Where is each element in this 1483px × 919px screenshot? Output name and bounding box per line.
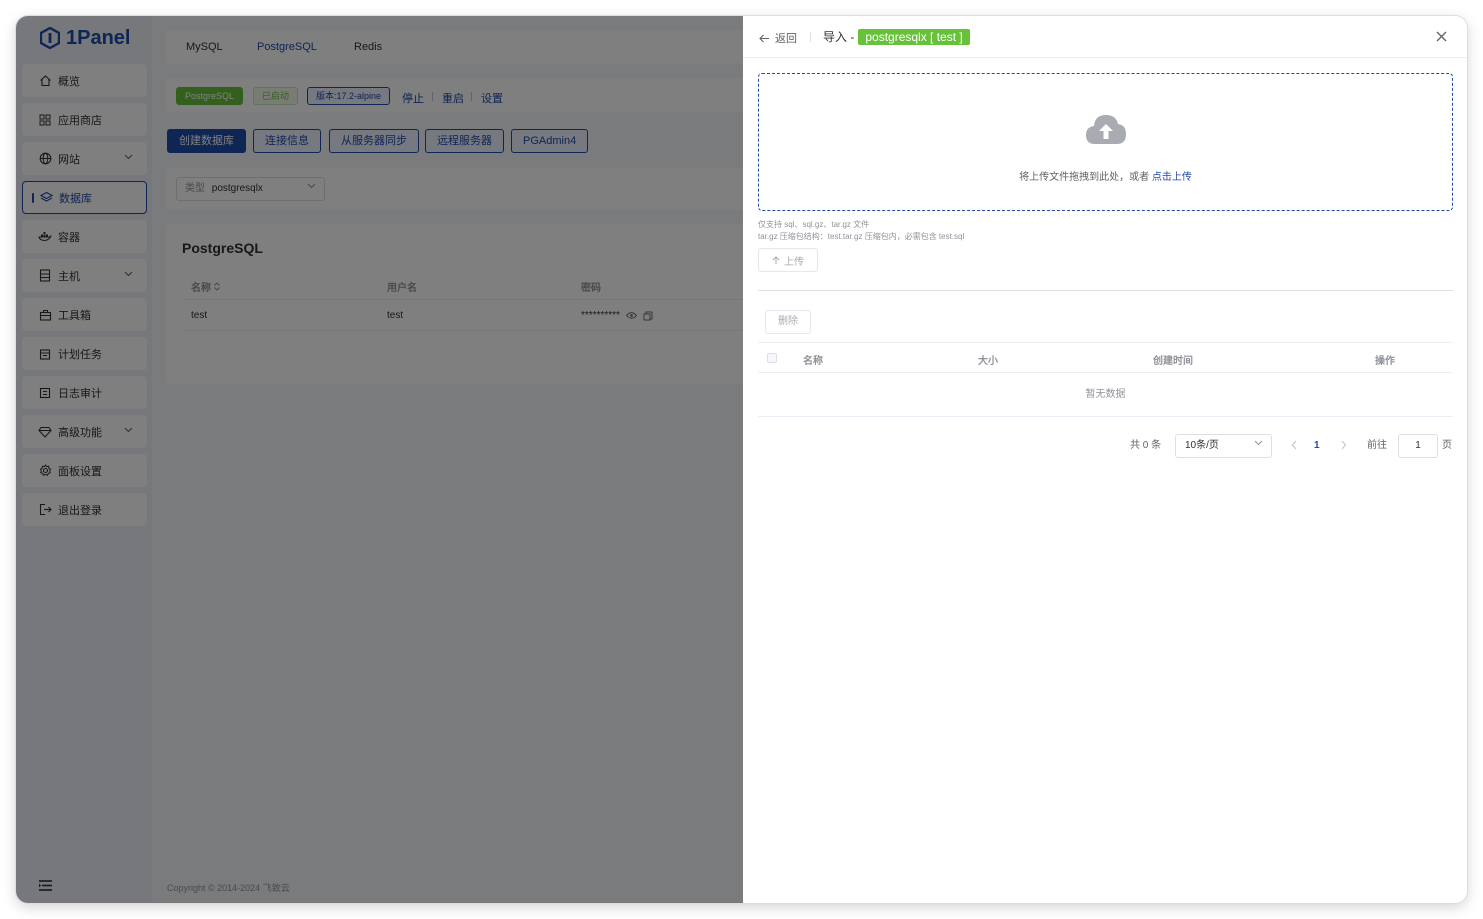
upload-button-label: 上传 — [784, 256, 804, 268]
arrow-up-icon — [772, 255, 780, 264]
upload-hint-structure: tar.gz 压缩包结构：test.tar.gz 压缩包内，必需包含 test.… — [758, 232, 965, 241]
drawer-title: 导入 - postgresqlx [ test ] — [823, 28, 970, 45]
drawer-header: 返回 导入 - postgresqlx [ test ] — [743, 16, 1467, 58]
column-header-size: 大小 — [978, 356, 998, 367]
drawer-title-tag: postgresqlx [ test ] — [858, 28, 970, 45]
back-label: 返回 — [775, 33, 797, 45]
arrow-left-icon — [759, 34, 769, 42]
column-header-name: 名称 — [803, 356, 823, 367]
file-table-header: 名称 大小 创建时间 操作 — [758, 342, 1453, 373]
modal-overlay[interactable] — [16, 16, 743, 903]
click-upload-link[interactable]: 点击上传 — [1152, 172, 1192, 183]
select-all-checkbox[interactable] — [767, 353, 777, 363]
drawer-title-prefix: 导入 - — [823, 30, 855, 44]
upload-text: 将上传文件拖拽到此处，或者 — [1019, 172, 1150, 183]
import-drawer: 返回 导入 - postgresqlx [ test ] 将上传文件拖拽到此处，… — [743, 16, 1467, 903]
pagination-total: 共 0 条 — [1130, 440, 1162, 451]
page-unit-label: 页 — [1442, 440, 1452, 451]
goto-page-input[interactable]: 1 — [1398, 434, 1438, 458]
close-icon[interactable] — [1436, 31, 1447, 42]
divider — [810, 32, 811, 42]
delete-button[interactable]: 删除 — [765, 310, 811, 334]
upload-instructions: 将上传文件拖拽到此处，或者 点击上传 — [759, 168, 1452, 183]
page-size-value: 10条/页 — [1185, 440, 1219, 451]
app-window: 1Panel 概览 应用商店 网站 数据库 容器 — [16, 16, 1467, 903]
upload-dropzone[interactable]: 将上传文件拖拽到此处，或者 点击上传 — [758, 73, 1453, 211]
chevron-down-icon — [1254, 440, 1263, 446]
page-size-select[interactable]: 10条/页 — [1175, 434, 1272, 458]
back-button[interactable]: 返回 — [759, 30, 797, 46]
empty-state: 暂无数据 — [758, 373, 1453, 417]
prev-page-icon[interactable] — [1291, 440, 1298, 450]
column-header-actions: 操作 — [1375, 356, 1395, 367]
next-page-icon[interactable] — [1340, 440, 1347, 450]
divider — [758, 290, 1453, 291]
goto-label: 前往 — [1367, 440, 1387, 451]
upload-hint-formats: 仅支持 sql、sql.gz、tar.gz 文件 — [758, 220, 870, 229]
column-header-created: 创建时间 — [1153, 356, 1193, 367]
upload-cloud-icon — [1086, 115, 1126, 144]
upload-button[interactable]: 上传 — [758, 248, 818, 272]
page-number-current[interactable]: 1 — [1314, 434, 1320, 458]
